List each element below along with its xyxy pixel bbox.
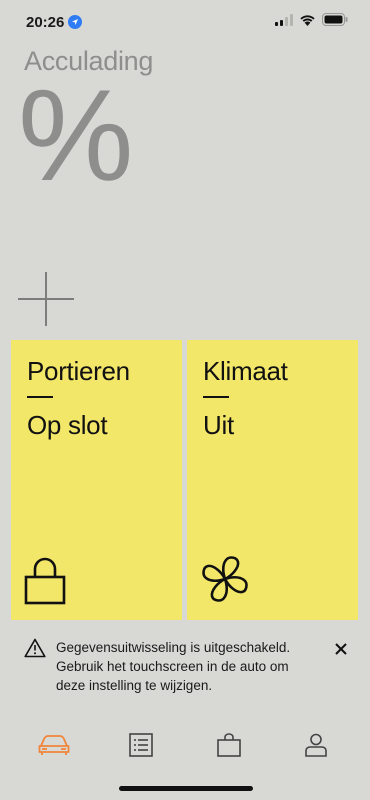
status-time: 20:26 [26, 13, 83, 31]
tab-profile[interactable] [293, 725, 339, 765]
add-button[interactable] [18, 270, 74, 328]
climate-tile-title: Klimaat [203, 356, 288, 386]
tab-shop[interactable] [206, 725, 252, 765]
wifi-icon [299, 13, 316, 31]
padlock-icon [23, 555, 67, 610]
status-bar: 20:26 [0, 0, 370, 44]
doors-tile[interactable]: Portieren Op slot [11, 340, 182, 620]
shopping-bag-icon [216, 733, 241, 757]
fan-icon [199, 553, 251, 610]
tab-car[interactable] [31, 725, 77, 765]
close-icon [335, 643, 347, 655]
doors-tile-title: Portieren [27, 356, 130, 386]
tab-bar [0, 720, 370, 770]
car-icon [38, 735, 70, 755]
doors-tile-status: Op slot [27, 410, 108, 440]
status-icons [275, 13, 348, 31]
tab-list[interactable] [118, 725, 164, 765]
battery-charge-value: % [18, 62, 134, 208]
location-arrow-icon [68, 15, 83, 29]
battery-icon [322, 13, 348, 31]
warning-triangle-icon [24, 638, 46, 663]
list-icon [129, 733, 154, 757]
profile-icon [305, 733, 328, 757]
notice-text: Gegevensuitwisseling is uitgeschakeld. G… [56, 640, 291, 693]
climate-tile[interactable]: Klimaat Uit [187, 340, 358, 620]
status-time-text: 20:26 [26, 13, 65, 31]
cellular-signal-icon [275, 13, 293, 31]
home-indicator[interactable] [119, 786, 253, 791]
climate-tile-status: Uit [203, 410, 234, 440]
data-sharing-notice: Gegevensuitwisseling is uitgeschakeld. G… [0, 630, 370, 716]
tile-divider [203, 396, 229, 398]
close-button[interactable] [332, 640, 350, 658]
tile-divider [27, 396, 53, 398]
plus-icon [18, 272, 74, 326]
